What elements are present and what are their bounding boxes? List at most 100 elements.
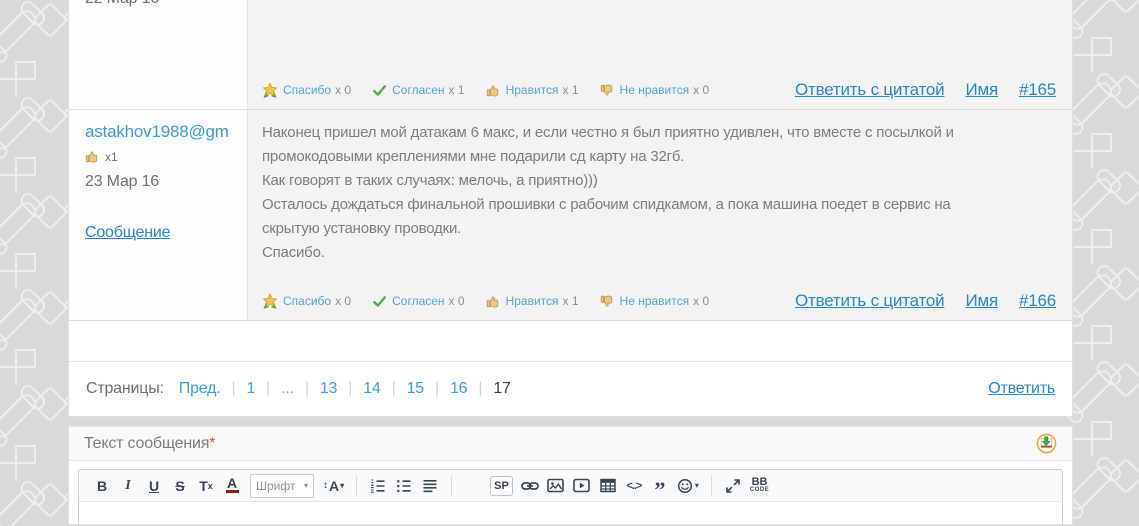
post-body-line: Спасибо. [262,241,1056,265]
quote-button[interactable]: ” [651,474,669,498]
chevron-down-icon: ▾ [304,481,308,490]
remove-format-button[interactable]: Tx [197,474,215,498]
reaction-agree: Согласен x 0 [372,294,464,309]
reaction-thanks: Спасибо x 0 [262,82,351,98]
reaction-like-count: x 1 [563,294,579,308]
pagination-page-14[interactable]: 14 [363,380,380,398]
ordered-list-icon [370,478,386,494]
reaction-like: Нравится x 1 [486,83,579,98]
reaction-dislike-count: x 0 [693,294,709,308]
post-165-user-cell: 22 Мар 16 [69,0,248,109]
post-165-date: 22 Мар 16 [85,0,159,8]
pagination-ellipsis: ... [281,380,294,398]
fullscreen-icon [725,478,741,494]
fullscreen-button[interactable] [724,474,742,498]
video-icon [573,478,590,493]
pagination-separator: | [305,380,309,398]
pagination-separator: | [435,380,439,398]
underline-button[interactable]: U [145,474,163,498]
pagination-page-13[interactable]: 13 [320,380,337,398]
reply-with-quote-link[interactable]: Ответить с цитатой [795,80,944,100]
pagination-page-16[interactable]: 16 [450,380,467,398]
bullet-list-button[interactable] [395,474,413,498]
pagination-current-page: 17 [493,380,510,398]
reaction-agree-label[interactable]: Согласен [392,83,444,97]
table-button[interactable] [599,474,617,498]
text-color-button[interactable]: A [223,474,241,498]
author-link[interactable]: astakhov1988@gm [85,122,247,142]
post-165-message-cell: Спасибо x 0 Согласен x 1 [248,0,1072,109]
pagination-separator: | [478,380,482,398]
insert-quote-icon[interactable] [1036,433,1057,454]
bbcode-button[interactable]: BB CODE [750,474,769,498]
star-medal-icon [262,293,278,309]
reaction-agree-count: x 0 [449,294,465,308]
link-button[interactable] [521,474,539,498]
reaction-dislike-label[interactable]: Не нравится [620,294,690,308]
post-anchor-link[interactable]: #166 [1019,291,1056,311]
block-gap [68,417,1073,426]
name-link[interactable]: Имя [965,80,998,100]
composer-body: B I U S Tx A Шрифт ▾ ↕A▾ [68,461,1073,525]
reaction-like-label[interactable]: Нравится [506,83,559,97]
reaction-dislike: Не нравится x 0 [600,83,710,98]
reaction-thanks-label[interactable]: Спасибо [283,294,331,308]
font-size-button[interactable]: ↕A▾ [323,474,344,498]
reaction-thanks: Спасибо x 0 [262,293,351,309]
align-button[interactable] [421,474,439,498]
author-likes-count: x1 [105,150,118,164]
chevron-down-icon: ▾ [695,481,699,490]
toolbar-separator [356,476,357,496]
post-body-line: промокодовыми креплениями мне подарили с… [262,145,1056,169]
reaction-thanks-label[interactable]: Спасибо [283,83,331,97]
post-166-date: 23 Мар 16 [85,173,247,191]
message-text-area[interactable] [79,502,1062,525]
pagination-page-1[interactable]: 1 [246,380,255,398]
reply-link[interactable]: Ответить [988,380,1055,398]
smiley-icon [677,478,693,494]
reaction-agree-label[interactable]: Согласен [392,294,444,308]
pagination-separator: | [266,380,270,398]
rich-text-editor: B I U S Tx A Шрифт ▾ ↕A▾ [78,469,1063,525]
thumb-up-icon [486,83,501,98]
pagination-label: Страницы: [86,380,164,398]
post-row-166: astakhov1988@gm x1 23 Мар 16 Сообщение Н… [69,110,1072,321]
pagination-separator: | [232,380,236,398]
pagination-page-15[interactable]: 15 [407,380,424,398]
forum-thread-block: 22 Мар 16 Спасибо x 0 [68,0,1073,417]
color-swatch [226,490,239,493]
table-icon [600,478,616,493]
image-icon [547,478,564,493]
post-165-action-links: Ответить с цитатой Имя #165 [795,80,1056,100]
spoiler-button[interactable]: SP [490,476,513,496]
reaction-dislike-label[interactable]: Не нравится [620,83,690,97]
font-family-select[interactable]: Шрифт ▾ [250,474,314,498]
reaction-thanks-count: x 0 [335,294,351,308]
private-message-link[interactable]: Сообщение [85,224,170,242]
pagination-prev[interactable]: Пред. [179,380,221,398]
reaction-dislike-count: x 0 [693,83,709,97]
code-button[interactable]: <..> [625,474,643,498]
bold-button[interactable]: B [93,474,111,498]
emoji-button[interactable]: ▾ [677,474,699,498]
reaction-like-label[interactable]: Нравится [506,294,559,308]
ordered-list-button[interactable] [369,474,387,498]
post-166-action-links: Ответить с цитатой Имя #166 [795,291,1056,311]
strikethrough-button[interactable]: S [171,474,189,498]
empty-row [69,321,1072,361]
post-166-footer: Спасибо x 0 Согласен x 0 [248,291,1072,320]
thumb-down-icon [600,294,615,309]
pagination-bar: Страницы: Пред. | 1 | ... | 13 | 14 | 15… [69,361,1072,416]
align-justify-icon [422,478,438,494]
name-link[interactable]: Имя [965,291,998,311]
italic-button[interactable]: I [119,474,137,498]
post-body-line: скрытую установку проводки. [262,217,1056,241]
video-button[interactable] [573,474,591,498]
star-medal-icon [262,82,278,98]
reaction-like-count: x 1 [563,83,579,97]
reaction-like: Нравится x 1 [486,294,579,309]
image-button[interactable] [547,474,565,498]
post-anchor-link[interactable]: #165 [1019,80,1056,100]
pagination-separator: | [348,380,352,398]
reply-with-quote-link[interactable]: Ответить с цитатой [795,291,944,311]
